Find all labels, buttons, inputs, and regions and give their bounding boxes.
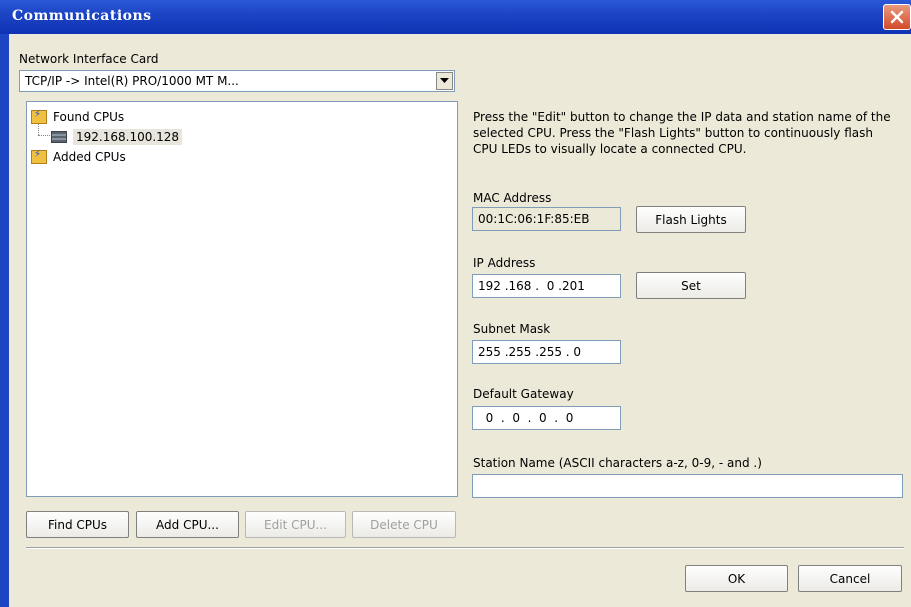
station-name-field[interactable] — [472, 474, 903, 498]
close-icon — [890, 10, 904, 24]
gateway-field[interactable]: 0 . 0 . 0 . 0 — [472, 406, 621, 430]
found-cpus-label: Found CPUs — [53, 110, 125, 124]
nic-select[interactable]: TCP/IP -> Intel(R) PRO/1000 MT M... — [19, 70, 455, 92]
ip-field[interactable]: 192 .168 . 0 .201 — [472, 274, 621, 298]
chevron-down-icon — [440, 78, 449, 83]
cancel-button[interactable]: Cancel — [798, 565, 902, 592]
flash-lights-button[interactable]: Flash Lights — [636, 206, 746, 233]
added-cpus-label: Added CPUs — [53, 150, 126, 164]
found-cpus-node[interactable]: Found CPUs — [31, 109, 125, 124]
tree-connector — [38, 124, 39, 135]
find-cpus-button[interactable]: Find CPUs — [26, 511, 129, 538]
nic-label: Network Interface Card — [19, 52, 159, 66]
edit-cpu-button[interactable]: Edit CPU... — [245, 511, 346, 538]
mac-label: MAC Address — [473, 191, 552, 205]
communications-dialog: Communications Network Interface Card TC… — [0, 0, 911, 607]
set-button[interactable]: Set — [636, 272, 746, 299]
station-name-label: Station Name (ASCII characters a-z, 0-9,… — [473, 456, 762, 470]
tree-connector — [38, 135, 50, 136]
window-title: Communications — [12, 8, 152, 24]
cpu-folder-icon — [31, 109, 47, 124]
nic-dropdown-button[interactable] — [436, 72, 453, 90]
ok-button[interactable]: OK — [685, 565, 788, 592]
add-cpu-button[interactable]: Add CPU... — [136, 511, 239, 538]
delete-cpu-button[interactable]: Delete CPU — [352, 511, 456, 538]
gateway-label: Default Gateway — [473, 387, 574, 401]
footer-divider — [26, 547, 904, 549]
cpu-item-node[interactable]: 192.168.100.128 — [51, 129, 183, 145]
close-button[interactable] — [883, 4, 911, 30]
nic-selected-value: TCP/IP -> Intel(R) PRO/1000 MT M... — [25, 74, 239, 88]
mac-field: 00:1C:06:1F:85:EB — [472, 207, 621, 231]
window-left-border — [0, 34, 9, 607]
subnet-field[interactable]: 255 .255 .255 . 0 — [472, 340, 621, 364]
subnet-label: Subnet Mask — [473, 322, 551, 336]
ip-label: IP Address — [473, 256, 536, 270]
cpu-folder-icon — [31, 149, 47, 164]
title-bar[interactable]: Communications — [0, 0, 911, 35]
cpu-item-label: 192.168.100.128 — [73, 129, 183, 145]
cpu-device-icon — [51, 131, 67, 143]
instructions-text: Press the "Edit" button to change the IP… — [473, 110, 891, 156]
cpu-tree[interactable]: Found CPUs 192.168.100.128 Added CPUs — [26, 101, 458, 497]
added-cpus-node[interactable]: Added CPUs — [31, 149, 126, 164]
